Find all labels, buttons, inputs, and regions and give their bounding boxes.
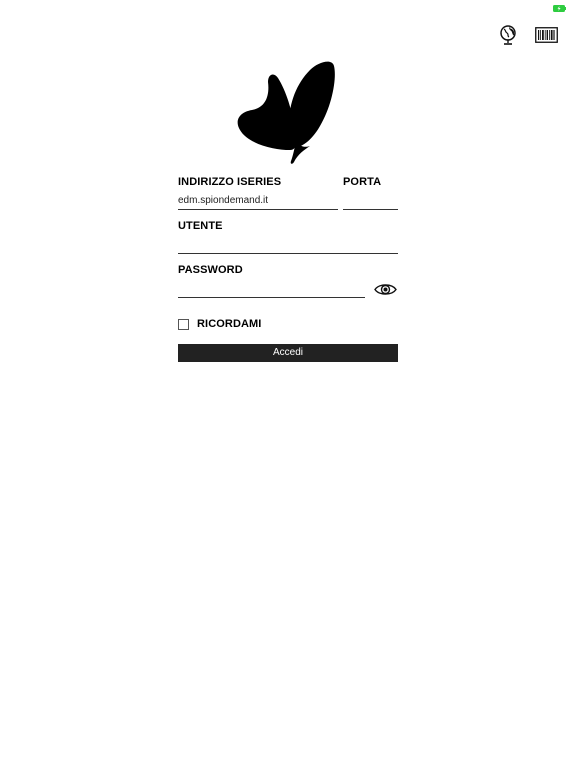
login-button[interactable]: Accedi — [178, 344, 398, 362]
username-label: UTENTE — [178, 220, 223, 232]
globe-icon[interactable] — [497, 24, 519, 46]
barcode-scanner-icon[interactable] — [535, 27, 558, 43]
remember-me-label: RICORDAMI — [197, 318, 262, 330]
password-label: PASSWORD — [178, 264, 243, 276]
port-input[interactable] — [343, 193, 398, 210]
eye-icon[interactable] — [374, 282, 397, 297]
port-label: PORTA — [343, 176, 382, 188]
password-input[interactable] — [178, 281, 365, 298]
login-screen: INDIRIZZO ISERIES PORTA UTENTE PASSWORD … — [0, 0, 576, 768]
battery-charging-icon — [553, 5, 566, 12]
server-address-label: INDIRIZZO ISERIES — [178, 176, 282, 188]
remember-me-checkbox[interactable] — [178, 319, 189, 330]
username-input[interactable] — [178, 237, 398, 254]
server-address-input[interactable] — [178, 193, 338, 210]
butterfly-logo — [237, 61, 335, 164]
